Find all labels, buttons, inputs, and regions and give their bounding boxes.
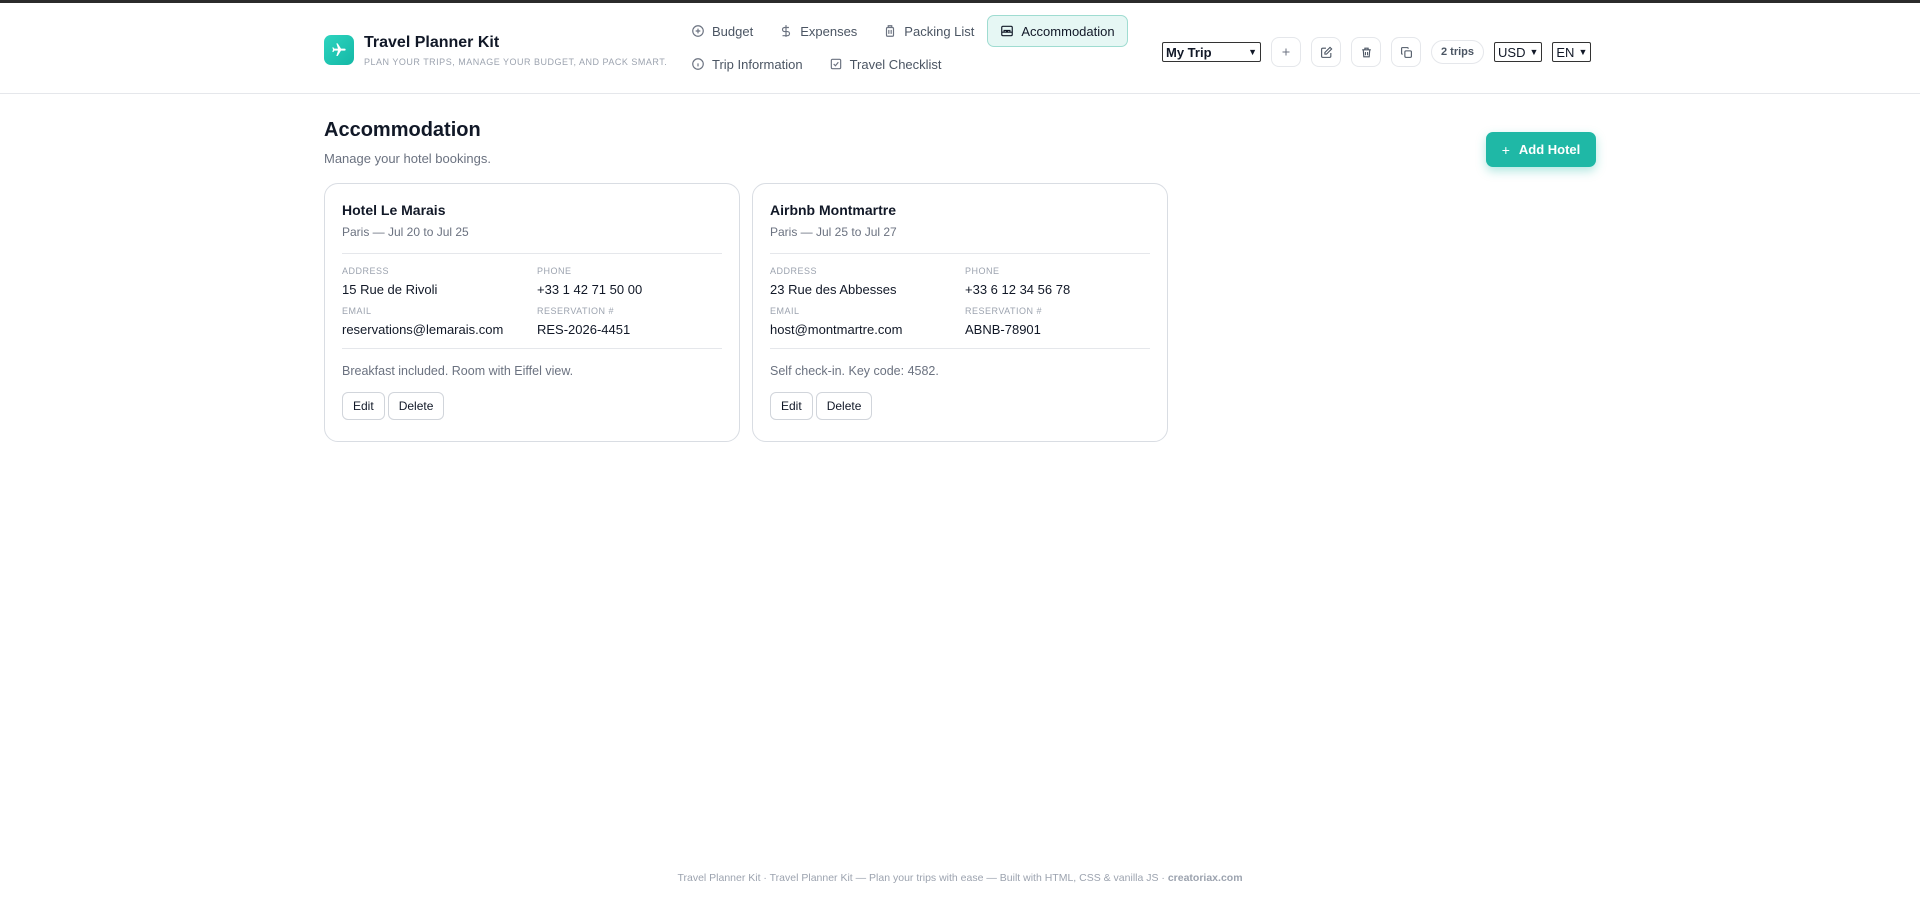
- luggage-icon: [886, 25, 895, 37]
- tab-budget[interactable]: Budget: [678, 15, 766, 47]
- app-header: Travel Planner Kit Plan your trips, mana…: [0, 3, 1920, 94]
- footer-link[interactable]: creatoriax.com: [1168, 872, 1243, 884]
- delete-trip-button[interactable]: [1351, 37, 1381, 67]
- edit-icon: [1320, 46, 1332, 58]
- main-nav: Budget Expenses Packing List Accommodati…: [678, 15, 1138, 81]
- hotel-reservation: RES-2026-4451: [537, 322, 631, 337]
- language-value: EN: [1556, 44, 1575, 60]
- plus-icon: [1282, 48, 1290, 56]
- plus-icon: +: [1501, 141, 1510, 158]
- hotel-notes: Self check-in. Key code: 4582.: [770, 364, 939, 378]
- trip-controls: My Trip ▼ 2 trips USD ▼ EN ▼: [1162, 37, 1592, 67]
- chevron-down-icon: ▼: [1529, 47, 1539, 57]
- trash-icon: [1361, 47, 1371, 57]
- hotel-name: Hotel Le Marais: [342, 202, 446, 218]
- hotel-location-dates: Paris — Jul 20 to Jul 25: [342, 225, 469, 239]
- divider: [770, 253, 1150, 254]
- tab-accommodation[interactable]: Accommodation: [987, 15, 1128, 47]
- hotel-address: 23 Rue des Abbesses: [770, 282, 897, 297]
- chevron-down-icon: ▼: [1578, 47, 1588, 57]
- airplane-icon: [324, 35, 354, 65]
- trip-select-value: My Trip: [1166, 44, 1212, 60]
- phone-label: Phone: [965, 266, 1000, 276]
- brand: Travel Planner Kit Plan your trips, mana…: [324, 33, 667, 67]
- tab-expenses[interactable]: Expenses: [766, 15, 870, 47]
- delete-hotel-button[interactable]: Delete: [815, 392, 873, 420]
- dollar-icon: [782, 25, 791, 37]
- tab-label: Trip Information: [712, 56, 803, 72]
- hotel-notes: Breakfast included. Room with Eiffel vie…: [342, 364, 574, 378]
- edit-trip-button[interactable]: [1311, 37, 1341, 67]
- email-label: Email: [770, 306, 800, 316]
- language-select[interactable]: EN ▼: [1552, 42, 1592, 62]
- tab-label: Budget: [712, 23, 754, 39]
- hotel-location-dates: Paris — Jul 25 to Jul 27: [770, 225, 897, 239]
- info-icon: [692, 58, 704, 70]
- tab-label: Expenses: [800, 23, 858, 39]
- add-trip-button[interactable]: [1271, 37, 1301, 67]
- reservation-label: Reservation #: [965, 306, 1043, 316]
- checkbox-icon: [830, 58, 841, 70]
- reservation-label: Reservation #: [537, 306, 615, 316]
- address-label: Address: [342, 266, 390, 276]
- tab-trip-information[interactable]: Trip Information: [678, 48, 816, 80]
- tab-label: Packing List: [904, 23, 975, 39]
- hotel-phone: +33 1 42 71 50 00: [537, 282, 643, 297]
- edit-hotel-button[interactable]: Edit: [770, 392, 813, 420]
- hotel-address: 15 Rue de Rivoli: [342, 282, 438, 297]
- hotel-reservation: ABNB-78901: [965, 322, 1041, 337]
- trips-count-badge: 2 trips: [1431, 40, 1485, 64]
- edit-hotel-button[interactable]: Edit: [342, 392, 385, 420]
- tab-packing-list[interactable]: Packing List: [870, 15, 987, 47]
- hotel-card: Airbnb Montmartre Paris — Jul 25 to Jul …: [752, 183, 1168, 442]
- page-title: Accommodation: [324, 119, 481, 141]
- phone-label: Phone: [537, 266, 572, 276]
- footer-text: Travel Planner Kit · Travel Planner Kit …: [677, 872, 1168, 884]
- bed-icon: [1001, 25, 1014, 37]
- currency-value: USD: [1498, 44, 1526, 60]
- delete-hotel-button[interactable]: Delete: [387, 392, 445, 420]
- chevron-down-icon: ▼: [1248, 47, 1257, 57]
- address-label: Address: [770, 266, 818, 276]
- hotel-email: host@montmartre.com: [770, 322, 903, 337]
- plus-circle-icon: [692, 25, 704, 37]
- hotel-name: Airbnb Montmartre: [770, 202, 896, 218]
- duplicate-trip-button[interactable]: [1391, 37, 1421, 67]
- hotel-list: Hotel Le Marais Paris — Jul 20 to Jul 25…: [324, 183, 1180, 442]
- email-label: Email: [342, 306, 372, 316]
- footer: Travel Planner Kit · Travel Planner Kit …: [0, 872, 1920, 884]
- tab-travel-checklist[interactable]: Travel Checklist: [816, 48, 955, 80]
- divider: [342, 348, 722, 349]
- page-subtitle: Manage your hotel bookings.: [324, 151, 491, 166]
- divider: [342, 253, 722, 254]
- trip-select[interactable]: My Trip ▼: [1162, 42, 1261, 62]
- app-title: Travel Planner Kit: [364, 34, 500, 51]
- app-tagline: Plan your trips, manage your budget, and…: [364, 57, 668, 67]
- divider: [770, 348, 1150, 349]
- hotel-card: Hotel Le Marais Paris — Jul 20 to Jul 25…: [324, 183, 740, 442]
- hotel-phone: +33 6 12 34 56 78: [965, 282, 1071, 297]
- currency-select[interactable]: USD ▼: [1494, 42, 1543, 62]
- add-hotel-label: Add Hotel: [1518, 142, 1581, 157]
- tab-label: Travel Checklist: [849, 56, 942, 72]
- tab-label: Accommodation: [1021, 23, 1115, 39]
- add-hotel-button[interactable]: + Add Hotel: [1486, 132, 1596, 167]
- hotel-email: reservations@lemarais.com: [342, 322, 504, 337]
- copy-icon: [1400, 46, 1412, 58]
